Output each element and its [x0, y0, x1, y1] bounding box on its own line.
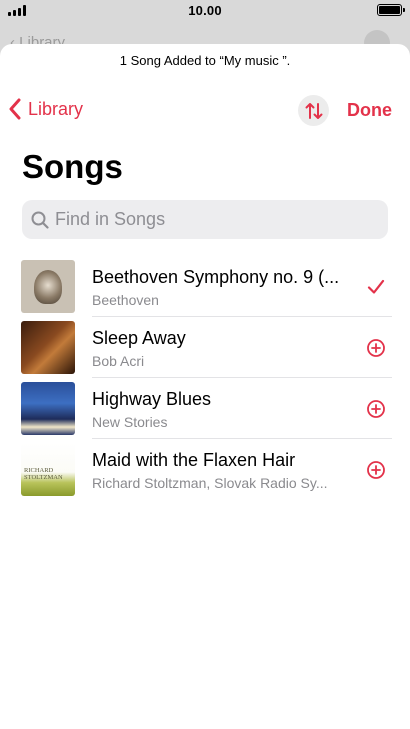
album-artwork: [21, 321, 75, 374]
sort-arrows-icon: [305, 102, 322, 119]
search-field[interactable]: [22, 200, 388, 239]
add-songs-sheet: 1 Song Added to “My music ”. Library Don…: [0, 44, 410, 729]
status-time: 10.00: [188, 3, 222, 18]
checkmark-icon[interactable]: [366, 277, 386, 297]
library-back-label: Library: [28, 98, 84, 119]
battery-icon: [377, 4, 405, 16]
song-row[interactable]: Beethoven Symphony no. 9 (... Beethoven: [0, 260, 410, 321]
song-artist: New Stories: [92, 414, 168, 430]
song-artist: Beethoven: [92, 292, 159, 308]
song-title: Sleep Away: [92, 328, 186, 348]
song-title: Beethoven Symphony no. 9 (...: [92, 267, 340, 287]
album-artwork-text: RICHARD STOLTZMAN: [24, 467, 63, 481]
song-row[interactable]: Highway Blues New Stories: [0, 382, 410, 443]
add-circle-icon[interactable]: [366, 460, 386, 480]
library-back-button[interactable]: Library: [8, 98, 83, 120]
song-row[interactable]: Sleep Away Bob Acri: [0, 321, 410, 382]
status-bar: 10.00: [0, 0, 410, 24]
album-artwork: [21, 382, 75, 435]
done-button[interactable]: Done: [347, 100, 392, 121]
add-circle-icon[interactable]: [366, 399, 386, 419]
album-artwork: RICHARD STOLTZMAN: [21, 443, 75, 496]
song-artist: Bob Acri: [92, 353, 145, 369]
search-input[interactable]: [55, 209, 355, 230]
chevron-left-icon: [8, 98, 28, 120]
song-title: Highway Blues: [92, 389, 212, 409]
song-artist: Richard Stoltzman, Slovak Radio Sy...: [92, 475, 328, 491]
added-confirmation-banner: 1 Song Added to “My music ”.: [119, 53, 291, 68]
search-icon: [31, 211, 49, 229]
album-artwork: [21, 260, 75, 313]
songs-list: Beethoven Symphony no. 9 (... Beethoven …: [0, 260, 410, 504]
sort-button[interactable]: [298, 95, 329, 126]
add-circle-icon[interactable]: [366, 338, 386, 358]
song-row[interactable]: RICHARD STOLTZMAN Maid with the Flaxen Ha…: [0, 443, 410, 504]
song-title: Maid with the Flaxen Hair: [92, 450, 296, 470]
page-title: Songs: [22, 148, 123, 185]
